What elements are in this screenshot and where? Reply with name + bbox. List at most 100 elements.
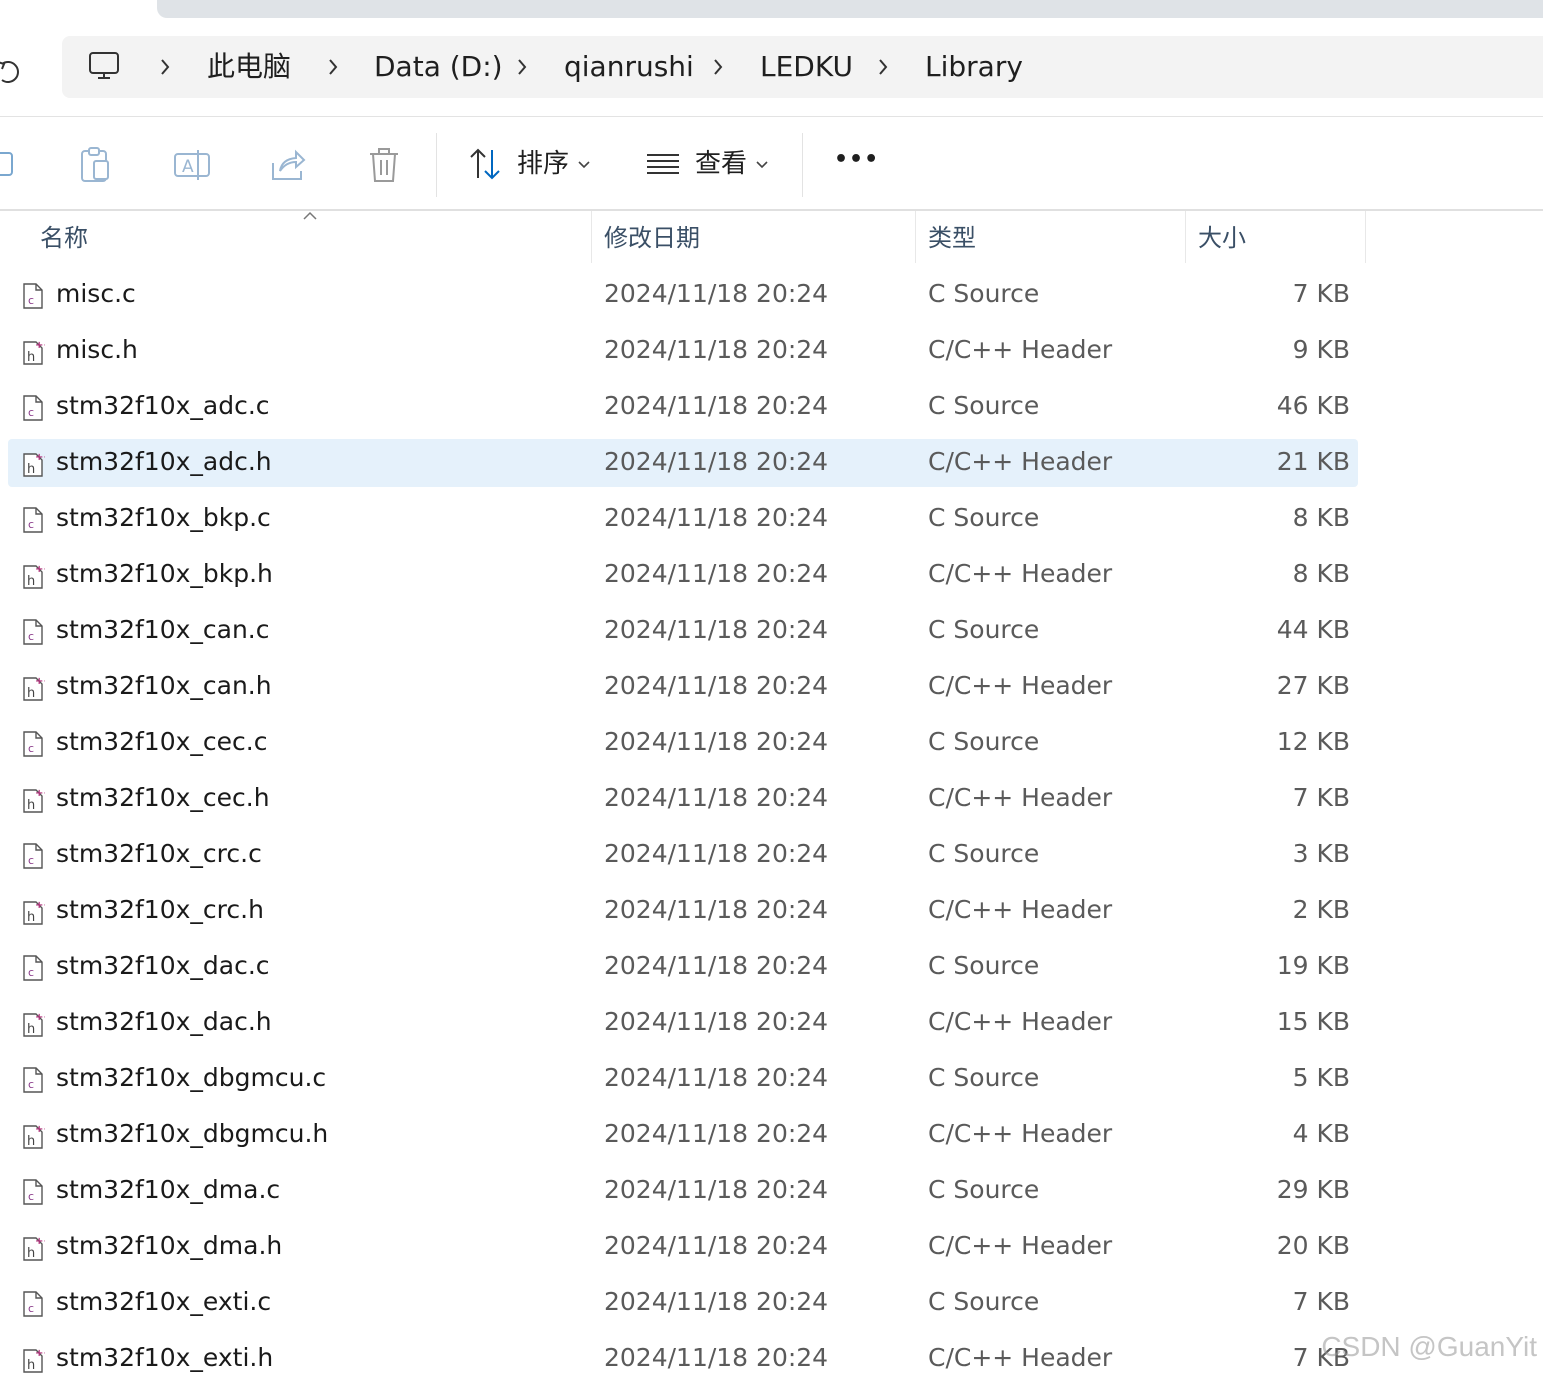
header-file-icon: h++ <box>21 1347 52 1373</box>
file-type: C/C++ Header <box>928 1231 1113 1260</box>
chevron-right-icon[interactable] <box>515 54 529 80</box>
file-row[interactable]: c stm32f10x_dbgmcu.c 2024/11/18 20:24 C Sou… <box>8 1055 1358 1103</box>
column-divider[interactable] <box>1365 211 1366 263</box>
svg-text:++: ++ <box>35 452 45 463</box>
file-type: C Source <box>928 503 1040 532</box>
chevron-right-icon[interactable] <box>711 54 725 80</box>
delete-icon[interactable] <box>364 145 404 185</box>
file-size: 7 KB <box>1292 279 1350 308</box>
copy-icon[interactable] <box>0 145 26 185</box>
chevron-down-icon <box>578 161 590 169</box>
svg-text:++: ++ <box>35 564 45 575</box>
file-type: C Source <box>928 1063 1040 1092</box>
column-header-size[interactable]: 大小 <box>1198 223 1246 253</box>
file-type: C Source <box>928 839 1040 868</box>
header-file-icon: h++ <box>21 563 52 589</box>
more-options-button[interactable]: ••• <box>834 143 879 177</box>
column-divider[interactable] <box>915 211 916 263</box>
file-row[interactable]: c stm32f10x_dac.c 2024/11/18 20:24 C Source… <box>8 943 1358 991</box>
file-row[interactable]: h++stm32f10x_crc.h2024/11/18 20:24C/C++ … <box>8 887 1358 935</box>
chevron-right-icon[interactable] <box>876 54 890 80</box>
file-row[interactable]: h++stm32f10x_dac.h2024/11/18 20:24C/C++ … <box>8 999 1358 1047</box>
active-tab[interactable] <box>157 0 1543 18</box>
c-source-file-icon: c <box>21 1067 45 1093</box>
file-row[interactable]: h++stm32f10x_dma.h2024/11/18 20:24C/C++ … <box>8 1223 1358 1271</box>
file-type: C/C++ Header <box>928 447 1113 476</box>
breadcrumb-item-ledku[interactable]: LEDKU <box>760 50 853 84</box>
file-type: C/C++ Header <box>928 783 1113 812</box>
file-row[interactable]: c misc.c 2024/11/18 20:24 C Source 7 KB <box>8 271 1358 319</box>
breadcrumb-item-data-drive[interactable]: Data (D:) <box>374 50 503 84</box>
file-size: 7 KB <box>1292 783 1350 812</box>
column-header-type[interactable]: 类型 <box>928 223 976 253</box>
file-row[interactable]: h++stm32f10x_adc.h2024/11/18 20:24C/C++ … <box>8 439 1358 487</box>
file-name: stm32f10x_adc.h <box>56 447 272 476</box>
file-row[interactable]: h++misc.h2024/11/18 20:24C/C++ Header9 K… <box>8 327 1358 375</box>
file-row[interactable]: c stm32f10x_crc.c 2024/11/18 20:24 C Source… <box>8 831 1358 879</box>
file-row[interactable]: h++stm32f10x_cec.h2024/11/18 20:24C/C++ … <box>8 775 1358 823</box>
view-button[interactable]: 查看 <box>640 117 780 209</box>
file-name: stm32f10x_exti.h <box>56 1343 274 1372</box>
column-divider[interactable] <box>591 211 592 263</box>
svg-text:++: ++ <box>35 340 45 351</box>
header-file-icon: h++ <box>21 339 52 365</box>
chevron-right-icon[interactable] <box>158 54 172 80</box>
file-row[interactable]: h++stm32f10x_bkp.h2024/11/18 20:24C/C++ … <box>8 551 1358 599</box>
file-row[interactable]: c stm32f10x_dma.c 2024/11/18 20:24 C Source… <box>8 1167 1358 1215</box>
computer-icon[interactable] <box>88 50 120 82</box>
command-bar: A 排序 查看 ••• <box>0 117 1543 211</box>
file-name: stm32f10x_bkp.h <box>56 559 273 588</box>
svg-text:++: ++ <box>35 900 45 911</box>
file-modified-date: 2024/11/18 20:24 <box>604 503 829 532</box>
file-type: C/C++ Header <box>928 1343 1113 1372</box>
breadcrumb-item-this-pc[interactable]: 此电脑 <box>207 50 291 84</box>
refresh-icon[interactable] <box>0 52 20 92</box>
file-name: stm32f10x_crc.h <box>56 895 264 924</box>
file-row[interactable]: h++stm32f10x_can.h2024/11/18 20:24C/C++ … <box>8 663 1358 711</box>
file-name: stm32f10x_dbgmcu.c <box>56 1063 327 1092</box>
column-header-name[interactable]: 名称 <box>40 223 88 253</box>
paste-icon[interactable] <box>76 145 116 185</box>
file-size: 29 KB <box>1276 1175 1350 1204</box>
chevron-right-icon[interactable] <box>326 54 340 80</box>
sort-label: 排序 <box>517 149 570 179</box>
file-size: 15 KB <box>1276 1007 1350 1036</box>
svg-text:h: h <box>27 686 35 701</box>
file-row[interactable]: c stm32f10x_cec.c 2024/11/18 20:24 C Source… <box>8 719 1358 767</box>
c-source-file-icon: c <box>21 395 45 421</box>
file-row[interactable]: c stm32f10x_exti.c 2024/11/18 20:24 C Sourc… <box>8 1279 1358 1327</box>
breadcrumb-item-qianrushi[interactable]: qianrushi <box>564 50 694 84</box>
file-row[interactable]: c stm32f10x_adc.c 2024/11/18 20:24 C Source… <box>8 383 1358 431</box>
file-size: 4 KB <box>1292 1119 1350 1148</box>
file-modified-date: 2024/11/18 20:24 <box>604 727 829 756</box>
svg-text:c: c <box>28 406 34 419</box>
share-icon[interactable] <box>268 145 308 185</box>
file-type: C/C++ Header <box>928 1007 1113 1036</box>
c-source-file-icon: c <box>21 955 45 981</box>
rename-icon[interactable]: A <box>172 145 212 185</box>
file-type: C/C++ Header <box>928 1119 1113 1148</box>
svg-text:h: h <box>27 798 35 813</box>
column-header-modified[interactable]: 修改日期 <box>604 223 700 253</box>
c-source-file-icon: c <box>21 1291 45 1317</box>
file-size: 20 KB <box>1276 1231 1350 1260</box>
file-row[interactable]: c stm32f10x_bkp.c 2024/11/18 20:24 C Source… <box>8 495 1358 543</box>
c-source-file-icon: c <box>21 507 45 533</box>
address-bar[interactable]: 此电脑 Data (D:) qianrushi LEDKU Library <box>62 36 1543 98</box>
file-row[interactable]: h++stm32f10x_dbgmcu.h2024/11/18 20:24C/C… <box>8 1111 1358 1159</box>
svg-text:h: h <box>27 1134 35 1149</box>
breadcrumb-item-library[interactable]: Library <box>925 50 1023 84</box>
svg-text:h: h <box>27 910 35 925</box>
column-divider[interactable] <box>1185 211 1186 263</box>
header-file-icon: h++ <box>21 675 52 701</box>
chevron-down-icon <box>756 161 768 169</box>
c-source-file-icon: c <box>21 1179 45 1205</box>
sort-ascending-icon <box>303 211 317 220</box>
sort-button[interactable]: 排序 <box>462 117 602 209</box>
svg-text:h: h <box>27 1022 35 1037</box>
file-row[interactable]: c stm32f10x_can.c 2024/11/18 20:24 C Source… <box>8 607 1358 655</box>
file-size: 12 KB <box>1276 727 1350 756</box>
file-size: 7 KB <box>1292 1287 1350 1316</box>
file-row[interactable]: h++stm32f10x_exti.h2024/11/18 20:24C/C++… <box>8 1335 1358 1383</box>
svg-text:c: c <box>28 854 34 867</box>
